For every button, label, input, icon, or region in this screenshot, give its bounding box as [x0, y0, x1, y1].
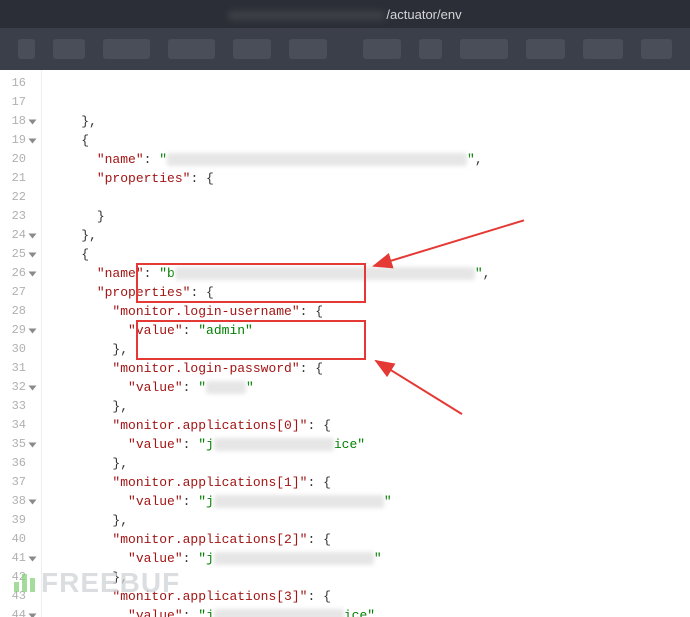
code-line: },	[50, 112, 690, 131]
code-line: "properties": {	[50, 283, 690, 302]
code-line: "value": "x"	[50, 378, 690, 397]
fold-toggle-icon[interactable]	[29, 119, 37, 124]
line-number: 35	[0, 435, 35, 454]
code-line: "monitor.login-password": {	[50, 359, 690, 378]
code-line: "monitor.applications[2]": {	[50, 530, 690, 549]
redacted-text: x	[214, 438, 334, 451]
fold-toggle-icon[interactable]	[29, 442, 37, 447]
line-number: 28	[0, 302, 35, 321]
browser-url-bar: xxxxxxxxxxxxxxxxxxxxxxxx /actuator/env	[0, 0, 690, 28]
code-line: },	[50, 397, 690, 416]
url-suffix: /actuator/env	[386, 7, 461, 22]
code-line: },	[50, 454, 690, 473]
line-number: 41	[0, 549, 35, 568]
code-line: {	[50, 131, 690, 150]
line-number: 17	[0, 93, 35, 112]
redacted-text: x	[206, 381, 246, 394]
code-line: },	[50, 226, 690, 245]
fold-toggle-icon[interactable]	[29, 252, 37, 257]
code-line: "value": "admin"	[50, 321, 690, 340]
toolbar-blob	[233, 39, 271, 59]
code-line: "monitor.login-username": {	[50, 302, 690, 321]
code-line: "value": "jxice"	[50, 606, 690, 617]
toolbar-blob	[460, 39, 507, 59]
toolbar-blob	[18, 39, 35, 59]
toolbar-blob	[168, 39, 215, 59]
line-number: 23	[0, 207, 35, 226]
line-number: 16	[0, 74, 35, 93]
code-editor[interactable]: 1617181920212223242526272829303132333435…	[0, 70, 690, 617]
line-number: 26	[0, 264, 35, 283]
line-number: 31	[0, 359, 35, 378]
code-line: },	[50, 568, 690, 587]
line-number: 42	[0, 568, 35, 587]
fold-toggle-icon[interactable]	[29, 328, 37, 333]
line-number: 40	[0, 530, 35, 549]
line-number: 37	[0, 473, 35, 492]
toolbar-blob	[289, 39, 327, 59]
code-line: "value": "jx"	[50, 492, 690, 511]
toolbar	[0, 28, 690, 70]
redacted-text: x	[214, 552, 374, 565]
toolbar-blob	[526, 39, 565, 59]
code-line: "name": "bx",	[50, 264, 690, 283]
toolbar-blob	[641, 39, 673, 59]
code-line: "monitor.applications[1]": {	[50, 473, 690, 492]
fold-toggle-icon[interactable]	[29, 233, 37, 238]
line-number: 38	[0, 492, 35, 511]
line-number-gutter: 1617181920212223242526272829303132333435…	[0, 70, 42, 617]
line-number: 33	[0, 397, 35, 416]
line-number: 36	[0, 454, 35, 473]
code-line: "value": "jx"	[50, 549, 690, 568]
line-number: 19	[0, 131, 35, 150]
code-line: },	[50, 340, 690, 359]
redacted-text: x	[167, 153, 467, 166]
line-number: 27	[0, 283, 35, 302]
redacted-text: x	[214, 609, 344, 617]
line-number: 34	[0, 416, 35, 435]
line-number: 32	[0, 378, 35, 397]
fold-toggle-icon[interactable]	[29, 138, 37, 143]
code-line: "monitor.applications[0]": {	[50, 416, 690, 435]
line-number: 29	[0, 321, 35, 340]
code-line	[50, 188, 690, 207]
line-number: 18	[0, 112, 35, 131]
code-area[interactable]: }, { "name": "x", "properties": { } }, {…	[42, 70, 690, 617]
fold-toggle-icon[interactable]	[29, 385, 37, 390]
fold-toggle-icon[interactable]	[29, 556, 37, 561]
code-line: {	[50, 245, 690, 264]
redacted-text: x	[214, 495, 384, 508]
code-line: }	[50, 207, 690, 226]
code-line: },	[50, 511, 690, 530]
fold-toggle-icon[interactable]	[29, 499, 37, 504]
line-number: 24	[0, 226, 35, 245]
toolbar-blob	[419, 39, 443, 59]
fold-toggle-icon[interactable]	[29, 613, 37, 617]
toolbar-blob	[53, 39, 85, 59]
url-prefix-redacted: xxxxxxxxxxxxxxxxxxxxxxxx	[228, 7, 384, 22]
line-number: 25	[0, 245, 35, 264]
code-line: "properties": {	[50, 169, 690, 188]
line-number: 39	[0, 511, 35, 530]
code-line: "monitor.applications[3]": {	[50, 587, 690, 606]
line-number: 21	[0, 169, 35, 188]
toolbar-blob	[363, 39, 401, 59]
line-number: 30	[0, 340, 35, 359]
toolbar-blob	[583, 39, 622, 59]
fold-toggle-icon[interactable]	[29, 271, 37, 276]
line-number: 44	[0, 606, 35, 617]
redacted-text: x	[175, 267, 475, 280]
toolbar-blob	[103, 39, 150, 59]
line-number: 43	[0, 587, 35, 606]
code-line: "name": "x",	[50, 150, 690, 169]
line-number: 22	[0, 188, 35, 207]
code-line: "value": "jxice"	[50, 435, 690, 454]
line-number: 20	[0, 150, 35, 169]
